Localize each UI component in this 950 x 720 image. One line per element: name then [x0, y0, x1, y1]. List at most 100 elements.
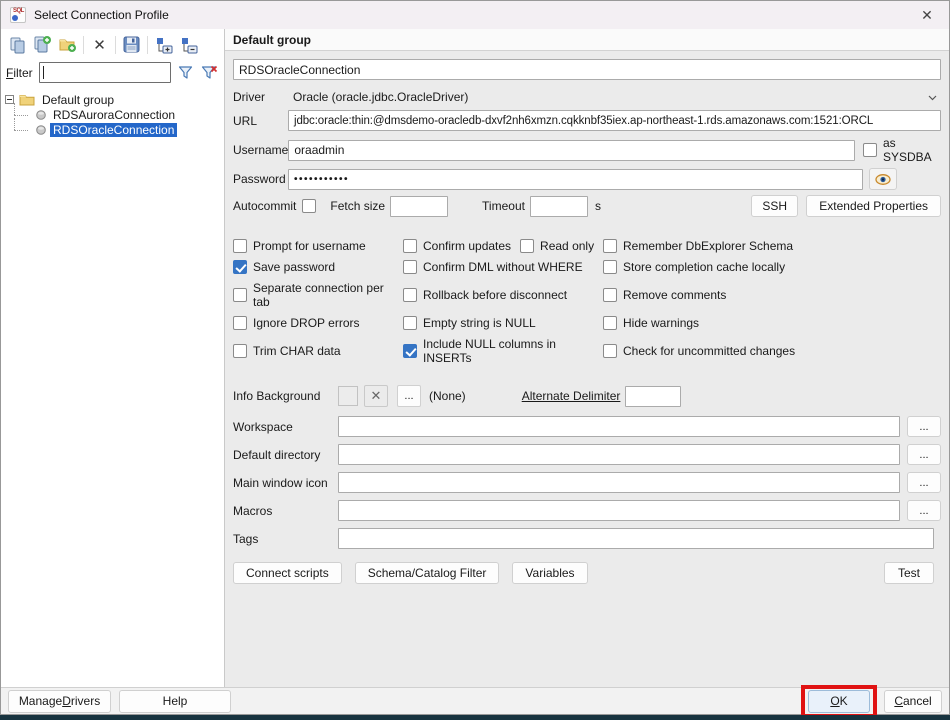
- checkbox-box: [603, 239, 617, 253]
- tree-group-row[interactable]: Default group: [5, 92, 222, 107]
- delete-profile-button[interactable]: ✕: [87, 33, 112, 56]
- checkbox-confirm-dml-without-where[interactable]: Confirm DML without WHERE: [403, 260, 603, 274]
- app-icon-dot: [12, 15, 18, 21]
- fetch-size-label: Fetch size: [330, 199, 386, 213]
- ssh-button[interactable]: SSH: [751, 195, 799, 217]
- variables-button[interactable]: Variables: [512, 562, 588, 584]
- expand-groups-button[interactable]: [151, 33, 176, 56]
- apply-filter-icon[interactable]: [178, 65, 193, 80]
- folder-icon: [19, 94, 35, 106]
- macros-row: Macros ...: [233, 500, 941, 521]
- checkbox-box: [863, 143, 877, 157]
- test-button[interactable]: Test: [884, 562, 934, 584]
- help-button[interactable]: Help: [119, 689, 231, 713]
- checkbox-label: Prompt for username: [253, 239, 366, 253]
- checkbox-empty-string-is-null[interactable]: Empty string is NULL: [403, 316, 603, 330]
- info-background-swatch[interactable]: [338, 386, 358, 406]
- checkbox-hide-warnings[interactable]: Hide warnings: [603, 316, 941, 330]
- profile-name-value: RDSOracleConnection: [239, 62, 361, 77]
- autocommit-row: Autocommit Fetch size Timeout s SSH Exte…: [233, 195, 941, 217]
- ok-button[interactable]: OK: [808, 689, 870, 713]
- clear-color-icon: ✕: [370, 388, 382, 403]
- filter-row: Filter: [1, 59, 224, 87]
- show-password-button[interactable]: [869, 168, 897, 190]
- manage-drivers-button[interactable]: Manage Drivers: [8, 689, 111, 713]
- checkbox-read-only[interactable]: Read only: [520, 239, 594, 253]
- password-input[interactable]: •••••••••••: [288, 168, 863, 190]
- checkbox-save-password[interactable]: Save password: [233, 260, 403, 274]
- checkbox-check-for-uncommitted-changes[interactable]: Check for uncommitted changes: [603, 337, 941, 365]
- app-icon: SQL: [10, 7, 26, 23]
- new-profile-button[interactable]: [5, 33, 30, 56]
- filter-input[interactable]: [38, 62, 171, 83]
- checkbox-box: [603, 316, 617, 330]
- tree-collapse-icon[interactable]: [5, 95, 14, 104]
- checkbox-separate-connection-per-tab[interactable]: Separate connection per tab: [233, 281, 403, 309]
- profile-name-input[interactable]: RDSOracleConnection: [233, 59, 941, 80]
- checkbox-box: [233, 344, 247, 358]
- checkbox-label: Rollback before disconnect: [423, 288, 568, 302]
- tags-input[interactable]: [338, 528, 934, 549]
- checkbox-label: Ignore DROP errors: [253, 316, 360, 330]
- fetch-size-input[interactable]: [390, 195, 449, 217]
- extended-properties-button[interactable]: Extended Properties: [806, 195, 941, 217]
- cancel-button[interactable]: Cancel: [884, 689, 942, 713]
- close-icon[interactable]: ✕: [905, 1, 949, 29]
- timeout-label: Timeout: [482, 199, 525, 213]
- workspace-browse-button[interactable]: ...: [907, 416, 941, 437]
- checkbox-remember-dbexplorer-schema[interactable]: Remember DbExplorer Schema: [603, 239, 941, 253]
- checkbox-box: [302, 199, 317, 213]
- checkbox-include-null-columns-in-inserts[interactable]: Include NULL columns in INSERTs: [403, 337, 603, 365]
- schema-catalog-filter-button[interactable]: Schema/Catalog Filter: [354, 562, 500, 584]
- tree-profile-row[interactable]: RDSOracleConnection: [5, 118, 222, 137]
- button-label: K: [839, 694, 848, 708]
- checkbox-remove-comments[interactable]: Remove comments: [603, 281, 941, 309]
- select-connection-profile-dialog: SQL Select Connection Profile ✕ ✕ Filter…: [0, 0, 950, 718]
- button-label: Manage: [18, 694, 63, 708]
- default-directory-label: Default directory: [233, 447, 321, 462]
- pick-color-button[interactable]: ...: [397, 385, 421, 407]
- clear-filter-icon[interactable]: [201, 65, 218, 80]
- main-window-icon-label: Main window icon: [233, 475, 328, 490]
- checkbox-label: Store completion cache locally: [623, 260, 786, 274]
- toolbar-separator: [115, 35, 116, 54]
- new-group-button[interactable]: [55, 33, 80, 56]
- driver-select[interactable]: Oracle (oracle.jdbc.OracleDriver): [288, 90, 941, 104]
- checkbox-box: [520, 239, 535, 253]
- default-directory-input[interactable]: [338, 444, 900, 465]
- timeout-input[interactable]: [529, 195, 588, 217]
- connect-scripts-button[interactable]: Connect scripts: [233, 562, 342, 584]
- checkbox-store-completion-cache-locally[interactable]: Store completion cache locally: [603, 260, 941, 274]
- as-sysdba-checkbox[interactable]: as SYSDBA: [863, 136, 941, 164]
- username-input[interactable]: oraadmin: [288, 139, 855, 161]
- checkbox-trim-char-data[interactable]: Trim CHAR data: [233, 337, 403, 365]
- info-background-label: Info Background: [233, 389, 321, 403]
- profile-form: RDSOracleConnection Driver Oracle (oracl…: [225, 51, 949, 687]
- checkbox-confirm-updates[interactable]: Confirm updates: [403, 239, 511, 253]
- checkbox-label: Save password: [253, 260, 336, 274]
- workspace-input[interactable]: [338, 416, 900, 437]
- checkbox-rollback-before-disconnect[interactable]: Rollback before disconnect: [403, 281, 603, 309]
- dialog-footer: Manage Drivers Help OK Cancel: [1, 684, 949, 718]
- checkbox-prompt-for-username[interactable]: Prompt for username: [233, 239, 403, 253]
- url-input[interactable]: jdbc:oracle:thin:@dmsdemo-oracledb-dxvf2…: [288, 110, 941, 131]
- copy-profile-button[interactable]: [30, 33, 55, 56]
- button-mnemonic: C: [894, 694, 903, 708]
- main-window-icon-input[interactable]: [338, 472, 900, 493]
- collapse-groups-button[interactable]: [176, 33, 201, 56]
- autocommit-checkbox[interactable]: [302, 199, 317, 213]
- button-mnemonic: O: [830, 694, 840, 708]
- macros-browse-button[interactable]: ...: [907, 500, 941, 521]
- checkbox-box: [233, 239, 247, 253]
- default-directory-browse-button[interactable]: ...: [907, 444, 941, 465]
- tree-profile-row[interactable]: RDSAuroraConnection: [5, 103, 222, 122]
- alternate-delimiter-input[interactable]: [625, 385, 682, 407]
- checkbox-ignore-drop-errors[interactable]: Ignore DROP errors: [233, 316, 403, 330]
- tags-row: Tags: [233, 528, 941, 549]
- checkbox-box: [403, 288, 417, 302]
- username-value: oraadmin: [294, 143, 345, 157]
- macros-input[interactable]: [338, 500, 900, 521]
- save-profiles-button[interactable]: [119, 33, 144, 56]
- clear-color-button[interactable]: ✕: [364, 385, 388, 407]
- main-window-icon-browse-button[interactable]: ...: [907, 472, 941, 493]
